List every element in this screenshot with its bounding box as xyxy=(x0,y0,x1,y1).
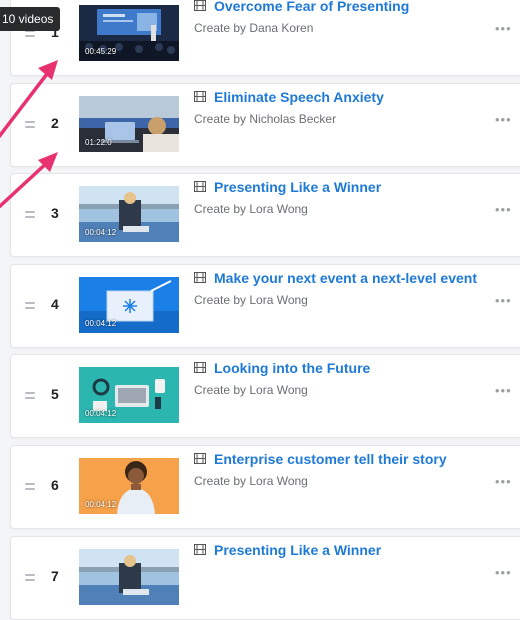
video-author: Create by Lora Wong xyxy=(194,474,308,488)
video-thumbnail[interactable]: 00:45:29 xyxy=(79,5,179,61)
video-duration: 00:04:12 xyxy=(85,228,117,238)
video-author: Create by Dana Koren xyxy=(194,21,314,35)
list-item[interactable]: 4 00:04:12 Make your next event a next-lev… xyxy=(10,263,520,348)
video-title[interactable]: Make your next event a next-level event xyxy=(214,270,477,286)
list-item[interactable]: 6 00:04:12 Enterprise customer tell their … xyxy=(10,445,520,529)
more-options-icon[interactable]: ••• xyxy=(495,293,512,308)
video-thumbnail[interactable]: 00:04:12 xyxy=(79,458,179,514)
more-options-icon[interactable]: ••• xyxy=(495,202,512,217)
film-icon xyxy=(194,270,214,286)
film-icon xyxy=(194,451,214,467)
drag-handle-icon[interactable] xyxy=(25,301,35,309)
film-icon xyxy=(194,542,214,558)
list-item[interactable]: 5 00:04:12 Looking into the Future Create b… xyxy=(10,354,520,439)
video-title[interactable]: Eliminate Speech Anxiety xyxy=(214,89,384,105)
video-title[interactable]: Presenting Like a Winner xyxy=(214,179,381,195)
item-number: 2 xyxy=(51,114,59,131)
video-thumbnail[interactable] xyxy=(79,548,179,605)
film-icon xyxy=(194,179,214,195)
video-title-link[interactable]: Make your next event a next-level event xyxy=(194,270,477,286)
video-title-link[interactable]: Presenting Like a Winner xyxy=(194,542,381,558)
video-title-link[interactable]: Overcome Fear of Presenting xyxy=(194,0,409,14)
video-duration: 00:45:29 xyxy=(85,47,117,56)
video-thumbnail[interactable]: 01:22:0 xyxy=(79,95,179,152)
video-title-link[interactable]: Enterprise customer tell their story xyxy=(194,451,447,467)
more-options-icon[interactable]: ••• xyxy=(495,383,512,398)
video-title[interactable]: Presenting Like a Winner xyxy=(214,542,381,558)
video-duration: 01:22:0 xyxy=(85,137,112,147)
video-thumbnail[interactable]: 00:04:12 xyxy=(79,186,179,243)
item-number: 3 xyxy=(51,205,59,222)
list-item[interactable]: 3 00:04:12 Presenting Like a Winner Create … xyxy=(10,173,520,258)
video-thumbnail[interactable]: 00:04:12 xyxy=(79,367,179,424)
video-title[interactable]: Looking into the Future xyxy=(214,360,370,376)
video-duration: 00:04:12 xyxy=(85,409,117,419)
drag-handle-icon[interactable] xyxy=(25,211,35,219)
video-duration: 00:04:12 xyxy=(85,500,117,509)
video-title-link[interactable]: Looking into the Future xyxy=(194,360,370,376)
video-title[interactable]: Overcome Fear of Presenting xyxy=(214,0,409,14)
film-icon xyxy=(194,89,214,105)
drag-handle-icon[interactable] xyxy=(25,120,35,128)
drag-handle-icon[interactable] xyxy=(25,392,35,400)
drag-handle-icon[interactable] xyxy=(25,573,35,581)
film-icon xyxy=(194,0,214,14)
video-thumbnail[interactable]: 00:04:12 xyxy=(79,276,179,333)
more-options-icon[interactable]: ••• xyxy=(495,112,512,127)
video-author: Create by Lora Wong xyxy=(194,202,308,217)
item-number: 4 xyxy=(51,295,59,312)
list-item[interactable]: 1 00:45:29 Overcome Fear of Presenting Crea… xyxy=(10,0,520,76)
item-number: 6 xyxy=(51,477,59,493)
video-title-link[interactable]: Presenting Like a Winner xyxy=(194,179,381,195)
video-author: Create by Lora Wong xyxy=(194,383,308,398)
list-item[interactable]: 7 Presenting Like a Winner ••• xyxy=(10,535,520,620)
video-title[interactable]: Enterprise customer tell their story xyxy=(214,451,447,467)
video-author: Create by Nicholas Becker xyxy=(194,111,337,126)
video-count-tooltip: 10 videos xyxy=(0,7,61,31)
video-duration: 00:04:12 xyxy=(85,318,117,328)
more-options-icon[interactable]: ••• xyxy=(495,474,512,489)
list-item[interactable]: 2 01:22:0 Eliminate Speech Anxiety Create b… xyxy=(10,82,520,167)
video-title-link[interactable]: Eliminate Speech Anxiety xyxy=(194,89,384,105)
item-number: 5 xyxy=(51,386,59,403)
drag-handle-icon[interactable] xyxy=(25,483,35,490)
more-options-icon[interactable]: ••• xyxy=(495,565,512,580)
film-icon xyxy=(194,360,214,376)
more-options-icon[interactable]: ••• xyxy=(495,21,512,36)
item-number: 7 xyxy=(51,567,59,584)
video-author: Create by Lora Wong xyxy=(194,292,308,307)
drag-handle-icon[interactable] xyxy=(25,30,35,37)
